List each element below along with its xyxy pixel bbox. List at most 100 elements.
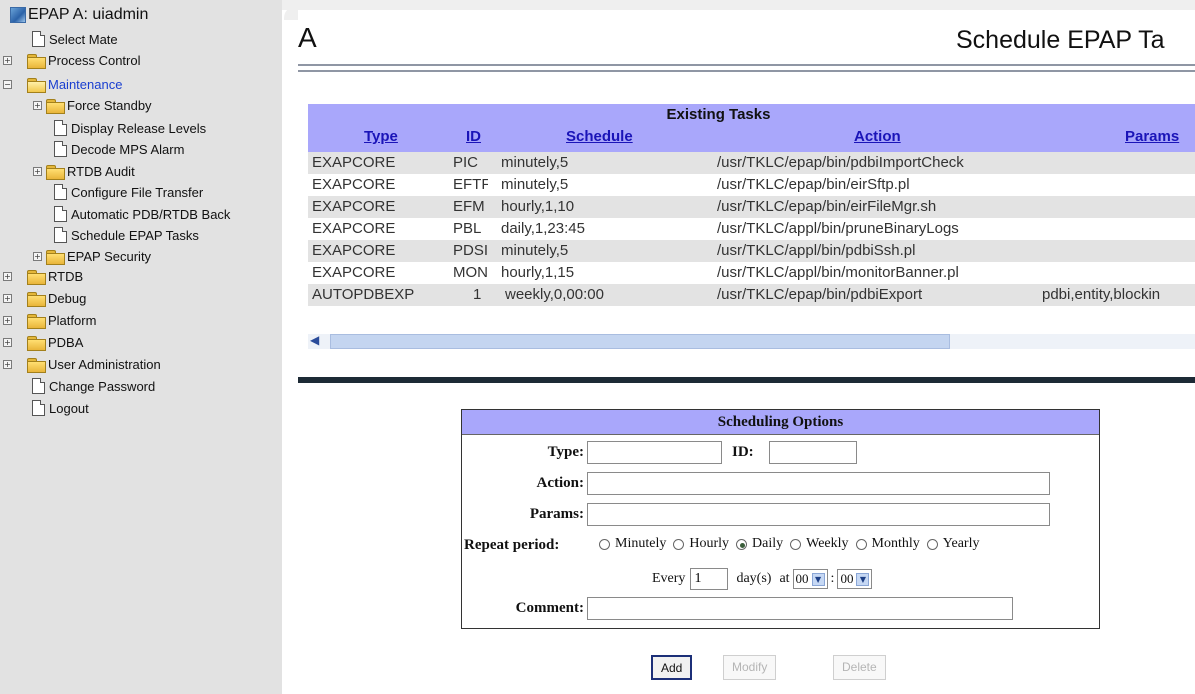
expand-icon[interactable]: + bbox=[3, 359, 12, 369]
sidebar-item-pdba[interactable]: + PDBA bbox=[0, 332, 282, 352]
folder-open-icon bbox=[27, 77, 46, 93]
expand-icon[interactable]: + bbox=[3, 55, 12, 65]
page-title: Schedule EPAP Ta bbox=[956, 26, 1165, 54]
column-header-type[interactable]: Type bbox=[364, 128, 398, 145]
params-input[interactable] bbox=[587, 503, 1050, 526]
cell-schedule: daily,1,23:45 bbox=[501, 220, 585, 237]
table-row[interactable]: EXAPCORE PDSI minutely,5 /usr/TKLC/appl/… bbox=[308, 240, 1195, 262]
every-input[interactable] bbox=[690, 568, 729, 590]
radio-hourly-label: Hourly bbox=[689, 536, 730, 551]
title-divider bbox=[298, 70, 1195, 72]
table-row[interactable]: EXAPCORE MONI hourly,1,15 /usr/TKLC/appl… bbox=[308, 262, 1195, 284]
sidebar-item-process-control[interactable]: + Process Control bbox=[0, 50, 282, 70]
cell-id: EFM bbox=[453, 198, 485, 215]
comment-label: Comment: bbox=[515, 600, 584, 616]
id-label: ID: bbox=[732, 444, 754, 460]
radio-monthly-label: Monthly bbox=[871, 536, 920, 551]
sidebar-item-platform[interactable]: + Platform bbox=[0, 310, 282, 330]
cell-type: EXAPCORE bbox=[312, 264, 396, 281]
expand-icon[interactable]: + bbox=[33, 251, 42, 261]
radio-minutely-label: Minutely bbox=[615, 536, 667, 551]
repeat-interval-row: Every day(s) at 00 ▼ : 00 ▼ bbox=[652, 568, 875, 590]
folder-icon bbox=[27, 291, 46, 307]
expand-icon[interactable]: + bbox=[33, 166, 42, 176]
comment-input[interactable] bbox=[587, 597, 1013, 620]
cell-id: PIC bbox=[453, 154, 479, 171]
delete-button[interactable]: Delete bbox=[833, 655, 886, 680]
sidebar-item-label: Process Control bbox=[48, 52, 141, 68]
radio-minutely[interactable] bbox=[599, 538, 610, 550]
document-icon bbox=[32, 378, 45, 394]
sidebar-item-configure-file-transfer[interactable]: Configure File Transfer bbox=[0, 182, 282, 202]
sidebar-item-maintenance[interactable]: − Maintenance bbox=[0, 74, 282, 94]
column-header-schedule[interactable]: Schedule bbox=[566, 128, 633, 145]
column-header-action[interactable]: Action bbox=[854, 128, 901, 145]
column-header-params[interactable]: Params bbox=[1125, 128, 1179, 145]
sidebar-item-label: Display Release Levels bbox=[71, 120, 207, 136]
cell-action: /usr/TKLC/epap/bin/pdbiImportCheck bbox=[717, 154, 964, 171]
sidebar-item-debug[interactable]: + Debug bbox=[0, 288, 282, 308]
sidebar-item-automatic-pdb-rtdb-backup[interactable]: Automatic PDB/RTDB Back bbox=[0, 204, 282, 224]
sidebar-item-change-password[interactable]: Change Password bbox=[0, 376, 282, 396]
table-row[interactable]: EXAPCORE EFTF minutely,5 /usr/TKLC/epap/… bbox=[308, 174, 1195, 196]
sidebar-item-label: Configure File Transfer bbox=[71, 184, 204, 200]
expand-icon[interactable]: + bbox=[3, 337, 12, 347]
radio-weekly[interactable] bbox=[790, 538, 802, 550]
table-row[interactable]: EXAPCORE EFM hourly,1,10 /usr/TKLC/epap/… bbox=[308, 196, 1195, 218]
sidebar-item-epap-security[interactable]: + EPAP Security bbox=[0, 246, 282, 266]
params-label: Params: bbox=[529, 506, 584, 522]
sidebar-item-label: Logout bbox=[49, 400, 89, 416]
table-row[interactable]: AUTOPDBEXP 1 weekly,0,00:00 /usr/TKLC/ep… bbox=[308, 284, 1195, 306]
sidebar-item-decode-mps-alarm[interactable]: Decode MPS Alarm bbox=[0, 139, 282, 159]
folder-icon bbox=[27, 53, 46, 69]
sidebar-item-label: Decode MPS Alarm bbox=[71, 141, 185, 157]
radio-daily[interactable] bbox=[736, 538, 748, 550]
radio-monthly[interactable] bbox=[855, 538, 867, 550]
type-label: Type: bbox=[547, 444, 584, 460]
repeat-period-radio-group: Minutely Hourly Daily Weekly Monthly Yea… bbox=[592, 536, 979, 552]
add-button[interactable]: Add bbox=[651, 655, 693, 680]
modify-button[interactable]: Modify bbox=[723, 655, 777, 680]
minute-value: 00 bbox=[840, 571, 854, 586]
sidebar-item-select-mate[interactable]: Select Mate bbox=[0, 29, 282, 49]
sidebar-item-logout[interactable]: Logout bbox=[0, 398, 282, 418]
sidebar-item-display-release-levels[interactable]: Display Release Levels bbox=[0, 118, 282, 138]
sidebar-item-label: User Administration bbox=[48, 356, 161, 372]
tree-root[interactable]: EPAP A: uiadmin bbox=[10, 4, 292, 26]
expand-icon[interactable]: + bbox=[3, 293, 12, 303]
action-input[interactable] bbox=[587, 472, 1050, 495]
radio-yearly[interactable] bbox=[926, 538, 938, 550]
sidebar-item-user-administration[interactable]: + User Administration bbox=[0, 354, 282, 374]
hour-select[interactable]: 00 ▼ bbox=[792, 569, 828, 589]
table-row[interactable]: EXAPCORE PBL daily,1,23:45 /usr/TKLC/app… bbox=[308, 218, 1195, 240]
sidebar-item-label: Schedule EPAP Tasks bbox=[71, 227, 199, 243]
repeat-period-label: Repeat period: bbox=[464, 537, 560, 553]
minute-select[interactable]: 00 ▼ bbox=[837, 569, 873, 589]
scroll-left-arrow-icon[interactable]: ◀ bbox=[310, 333, 319, 347]
navigation-sidebar: EPAP A: uiadmin Select Mate + Process Co… bbox=[0, 0, 282, 694]
id-input[interactable] bbox=[769, 441, 857, 464]
radio-weekly-label: Weekly bbox=[806, 536, 849, 551]
scrollbar-thumb[interactable] bbox=[330, 334, 950, 349]
column-header-id[interactable]: ID bbox=[466, 128, 481, 145]
cell-type: EXAPCORE bbox=[312, 154, 396, 171]
sidebar-item-label: Debug bbox=[48, 290, 87, 306]
collapse-icon[interactable]: − bbox=[3, 79, 12, 89]
sidebar-item-force-standby[interactable]: + Force Standby bbox=[0, 95, 282, 115]
expand-icon[interactable]: + bbox=[3, 271, 12, 281]
type-input[interactable] bbox=[587, 441, 722, 464]
sidebar-item-label: Platform bbox=[48, 312, 97, 328]
sidebar-item-label: Change Password bbox=[49, 378, 156, 394]
sidebar-item-schedule-epap-tasks[interactable]: Schedule EPAP Tasks bbox=[0, 225, 282, 245]
document-icon bbox=[54, 184, 67, 200]
sidebar-item-rtdb-audit[interactable]: + RTDB Audit bbox=[0, 161, 282, 181]
cell-type: EXAPCORE bbox=[312, 176, 396, 193]
sidebar-item-rtdb[interactable]: + RTDB bbox=[0, 266, 282, 286]
table-row[interactable]: EXAPCORE PIC minutely,5 /usr/TKLC/epap/b… bbox=[308, 152, 1195, 174]
expand-icon[interactable]: + bbox=[33, 100, 42, 110]
cell-schedule: minutely,5 bbox=[501, 176, 569, 193]
expand-icon[interactable]: + bbox=[3, 315, 12, 325]
folder-icon bbox=[27, 335, 46, 351]
radio-hourly[interactable] bbox=[673, 538, 685, 550]
sidebar-item-label: Maintenance bbox=[48, 76, 123, 92]
